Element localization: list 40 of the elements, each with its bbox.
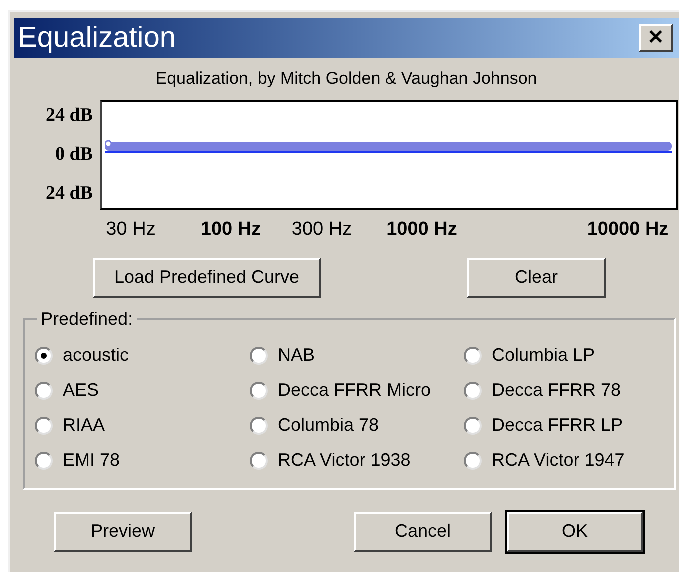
radio-option[interactable]: Decca FFRR 78 <box>464 378 674 404</box>
frequency-axis-label: 1000 Hz <box>386 220 458 238</box>
radio-button[interactable] <box>464 452 482 470</box>
frequency-axis-label: 30 Hz <box>106 220 156 238</box>
radio-option[interactable]: NAB <box>250 342 464 368</box>
db-axis-label: 0 dB <box>56 144 93 164</box>
dialog-button[interactable]: Cancel <box>354 512 492 552</box>
radio-option[interactable]: Decca FFRR LP <box>464 412 674 438</box>
radio-button[interactable] <box>464 382 482 400</box>
frequency-axis-label: 10000 Hz <box>587 220 669 238</box>
radio-option[interactable]: AES <box>35 378 250 404</box>
radio-button[interactable] <box>464 416 482 434</box>
radio-option[interactable]: EMI 78 <box>35 448 250 474</box>
radio-option[interactable]: RCA Victor 1947 <box>464 448 674 474</box>
db-axis-label: 24 dB <box>46 106 93 124</box>
clear-button[interactable]: Clear <box>467 258 606 298</box>
radio-button[interactable] <box>464 346 482 364</box>
radio-button[interactable] <box>250 346 268 364</box>
radio-option[interactable]: RIAA <box>35 412 250 438</box>
radio-button[interactable] <box>250 452 268 470</box>
radio-button[interactable] <box>35 452 53 470</box>
radio-button[interactable] <box>35 416 53 434</box>
radio-option[interactable]: Columbia LP <box>464 342 674 368</box>
radio-button[interactable] <box>35 382 53 400</box>
frequency-axis-label: 300 Hz <box>292 220 352 238</box>
dialog-button[interactable]: Preview <box>54 512 192 552</box>
radio-button[interactable] <box>250 416 268 434</box>
close-button[interactable]: ✕ <box>639 24 673 52</box>
radio-option[interactable]: Columbia 78 <box>250 412 464 438</box>
subtitle: Equalization, by Mitch Golden & Vaughan Johnson <box>156 68 538 90</box>
radio-button[interactable] <box>250 382 268 400</box>
ok-button[interactable]: OK <box>507 512 643 552</box>
radio-option[interactable]: acoustic <box>35 342 250 368</box>
radio-button[interactable] <box>35 346 53 364</box>
load-curve-button[interactable]: Load Predefined Curve <box>93 258 321 298</box>
db-axis-label: 24 dB <box>46 184 93 202</box>
radio-option[interactable]: RCA Victor 1938 <box>250 448 464 474</box>
frequency-axis-label: 100 Hz <box>200 220 262 238</box>
window-title: Equalization <box>18 24 176 52</box>
radio-option[interactable]: Decca FFRR Micro <box>250 378 464 404</box>
